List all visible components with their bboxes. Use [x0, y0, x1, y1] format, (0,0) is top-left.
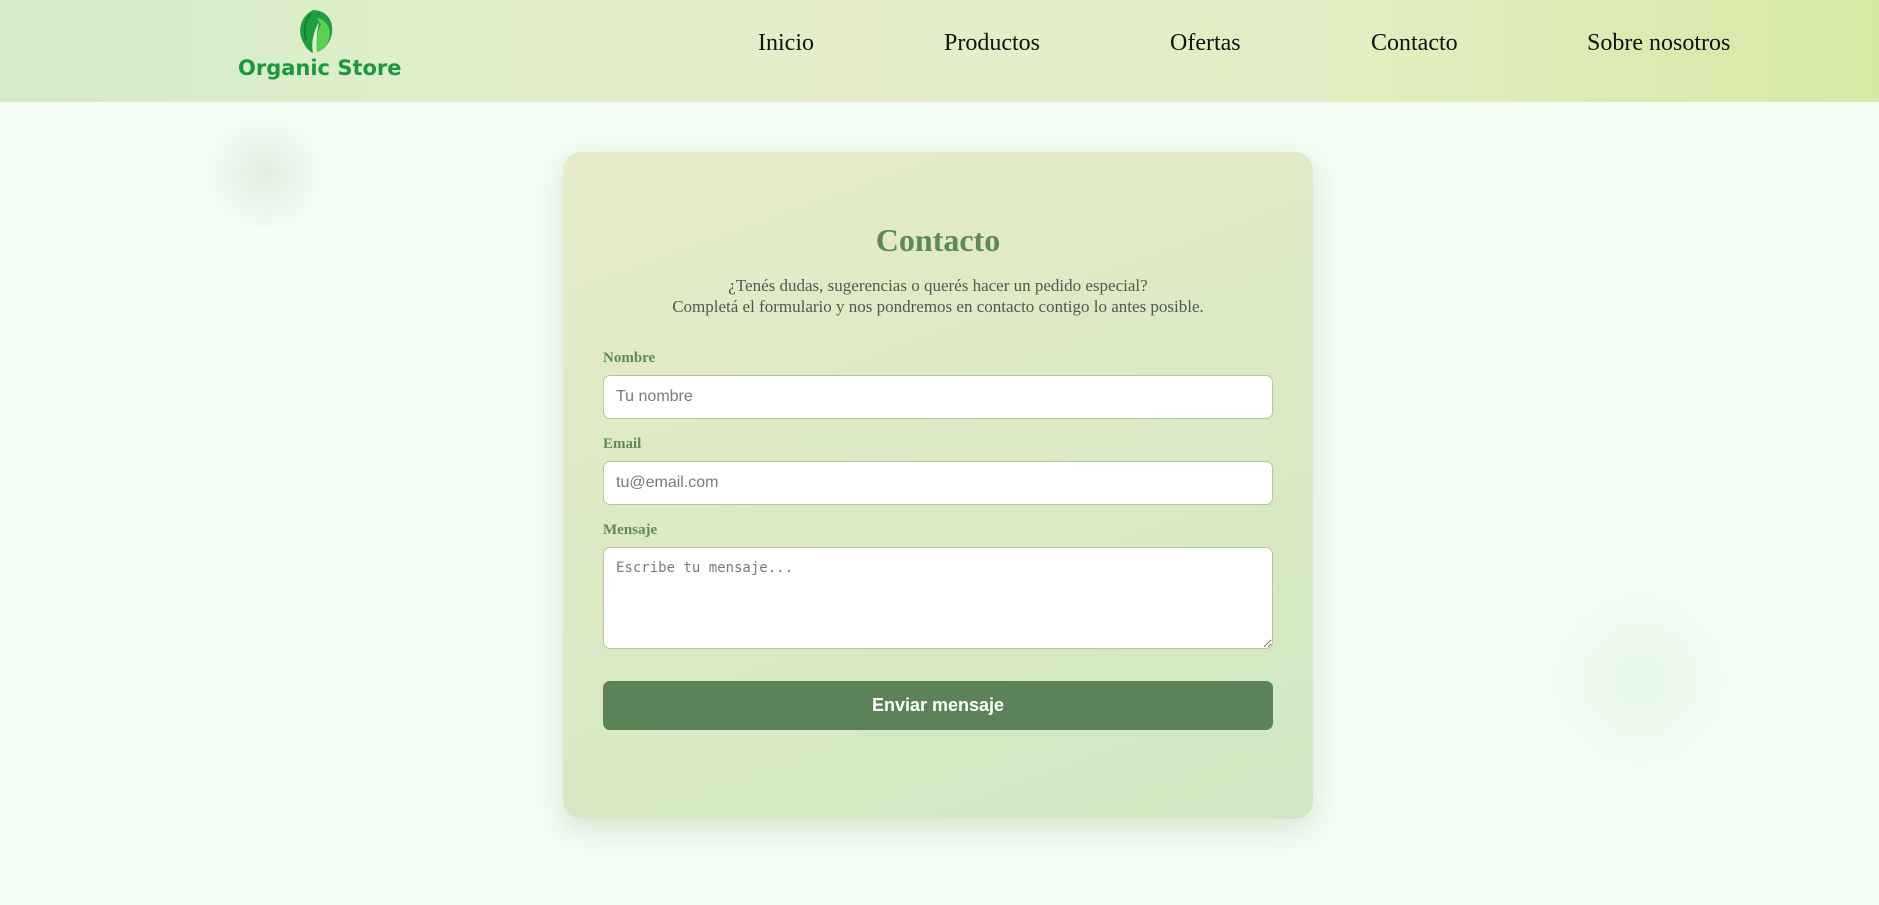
contact-card: Contacto ¿Tenés dudas, sugerencias o que… — [563, 152, 1313, 819]
logo-text: Organic Store — [238, 56, 402, 80]
background-blob — [200, 118, 330, 228]
nombre-input[interactable] — [603, 375, 1273, 419]
contact-subtitle: Completá el formulario y nos pondremos e… — [672, 297, 1204, 316]
send-message-button[interactable]: Enviar mensaje — [603, 681, 1273, 730]
nav-link-productos[interactable]: Productos — [944, 30, 1040, 57]
background-blob — [1540, 590, 1740, 770]
email-input[interactable] — [603, 461, 1273, 505]
nav-link-ofertas[interactable]: Ofertas — [1170, 30, 1241, 57]
nav-link-inicio[interactable]: Inicio — [758, 30, 814, 57]
site-header: Organic Store Inicio Productos Ofertas C… — [0, 0, 1879, 102]
nav-link-sobre-nosotros[interactable]: Sobre nosotros — [1587, 30, 1730, 57]
store-logo[interactable]: Organic Store — [238, 8, 402, 86]
email-label: Email — [603, 436, 642, 452]
nombre-label: Nombre — [603, 350, 656, 366]
leaf-logo-icon — [300, 10, 333, 53]
contact-subtitle: ¿Tenés dudas, sugerencias o querés hacer… — [728, 276, 1148, 295]
nav-link-contacto[interactable]: Contacto — [1371, 30, 1458, 57]
page-title: Contacto — [875, 222, 1001, 258]
mensaje-textarea[interactable] — [603, 547, 1273, 649]
mensaje-label: Mensaje — [603, 522, 658, 538]
